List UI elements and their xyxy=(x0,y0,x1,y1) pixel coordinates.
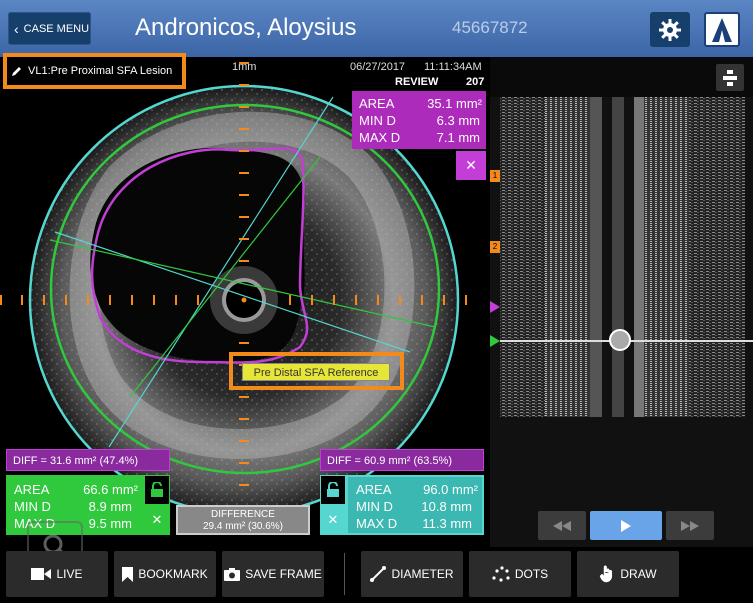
patient-name: Andronicos, Aloysius xyxy=(135,14,357,41)
marker-1[interactable]: 1 xyxy=(490,170,500,182)
frame-number: 207 xyxy=(466,76,485,88)
settings-button[interactable] xyxy=(650,12,690,47)
difference-title: DIFFERENCE xyxy=(211,509,275,520)
toolbar-divider xyxy=(344,553,345,595)
right-area-value: 96.0 mm² xyxy=(423,482,478,497)
case-menu-button[interactable]: ‹ CASE MENU xyxy=(8,12,91,45)
date-label: 06/27/2017 xyxy=(350,61,406,73)
rewind-icon xyxy=(553,520,571,531)
play-icon xyxy=(621,519,631,532)
difference-value: 29.4 mm² (30.6%) xyxy=(202,521,284,532)
right-diff-bar: DIFF = 60.9 mm² (63.5%) xyxy=(320,449,484,471)
close-icon: ✕ xyxy=(465,157,477,173)
fast-forward-icon xyxy=(681,520,699,531)
left-max-d-value: 9.5 mm xyxy=(88,516,132,531)
right-max-d-value: 11.3 mm xyxy=(422,516,472,531)
max-d-value: 7.1 mm xyxy=(436,130,480,145)
close-icon: ✕ xyxy=(151,512,163,527)
max-d-label: MAX D xyxy=(359,130,401,145)
marker-2[interactable]: 2 xyxy=(490,241,500,253)
left-min-d-label: MIN D xyxy=(14,499,51,514)
case-menu-label: CASE MENU xyxy=(23,22,90,35)
left-lock-button[interactable] xyxy=(144,475,170,505)
lesion-label-text: VL1:Pre Proximal SFA Lesion xyxy=(28,65,173,77)
right-min-d-value: 10.8 mm xyxy=(421,499,472,514)
longitudinal-image[interactable] xyxy=(490,97,753,417)
save-frame-button[interactable]: SAVE FRAME xyxy=(222,551,324,597)
hand-draw-icon xyxy=(600,565,613,583)
dots-icon xyxy=(492,566,510,582)
marker-green[interactable] xyxy=(490,335,500,347)
frame-cursor-handle[interactable] xyxy=(609,329,631,351)
live-label: LIVE xyxy=(56,567,83,581)
left-delete-button[interactable]: ✕ xyxy=(144,505,170,535)
gear-icon xyxy=(659,18,681,41)
logo-icon xyxy=(712,17,732,42)
marker-purple[interactable] xyxy=(490,301,500,313)
min-d-label: MIN D xyxy=(359,113,396,128)
min-d-value: 6.3 mm xyxy=(436,113,480,128)
unlock-icon xyxy=(327,482,339,497)
lumen-measurement-panel: AREA 35.1 mm² MIN D 6.3 mm MAX D 7.1 mm xyxy=(352,91,486,149)
layout-icon xyxy=(723,69,737,86)
draw-label: DRAW xyxy=(620,567,657,581)
right-lock-button[interactable] xyxy=(320,475,346,505)
diameter-label: DIAMETER xyxy=(391,567,454,581)
chevron-left-icon: ‹ xyxy=(14,20,19,37)
save-frame-label: SAVE FRAME xyxy=(245,567,322,581)
right-delete-button[interactable]: ✕ xyxy=(320,505,346,535)
area-label: AREA xyxy=(359,96,395,111)
delete-lumen-button[interactable]: ✕ xyxy=(456,151,486,180)
diameter-icon xyxy=(370,566,387,582)
left-area-label: AREA xyxy=(14,482,50,497)
longitudinal-top-strip xyxy=(490,57,753,97)
camera-icon xyxy=(224,567,241,581)
pencil-icon xyxy=(12,66,21,76)
brand-logo[interactable] xyxy=(704,12,740,47)
bookmark-label: BOOKMARK xyxy=(138,567,208,581)
layout-toggle-button[interactable] xyxy=(716,64,744,91)
lesion-label[interactable]: VL1:Pre Proximal SFA Lesion xyxy=(3,53,186,89)
video-camera-icon xyxy=(31,568,52,580)
left-area-value: 66.6 mm² xyxy=(83,482,138,497)
scale-label: 1mm xyxy=(232,61,257,73)
right-area-label: AREA xyxy=(356,482,392,497)
left-diff-bar: DIFF = 31.6 mm² (47.4%) xyxy=(6,449,170,471)
bookmark-icon xyxy=(122,566,134,582)
unlock-icon xyxy=(151,482,163,497)
dots-button[interactable]: DOTS xyxy=(469,551,571,597)
diameter-button[interactable]: DIAMETER xyxy=(361,551,463,597)
reference-label: Pre Distal SFA Reference xyxy=(242,363,390,381)
longitudinal-view-panel: 1 2 xyxy=(490,57,753,547)
app-header: ‹ CASE MENU Andronicos, Aloysius 4566787… xyxy=(0,0,753,57)
time-label: 11:11:34AM xyxy=(424,61,482,73)
play-button[interactable] xyxy=(590,511,662,540)
patient-id: 45667872 xyxy=(452,18,528,37)
draw-button[interactable]: DRAW xyxy=(577,551,679,597)
reference-highlight[interactable]: Pre Distal SFA Reference xyxy=(229,352,404,390)
fast-forward-button[interactable] xyxy=(666,511,714,540)
mode-label: REVIEW xyxy=(395,76,439,88)
live-button[interactable]: LIVE xyxy=(6,551,108,597)
area-value: 35.1 mm² xyxy=(427,96,482,111)
close-icon: ✕ xyxy=(327,512,339,527)
right-min-d-label: MIN D xyxy=(356,499,393,514)
difference-panel: DIFFERENCE 29.4 mm² (30.6%) xyxy=(176,505,310,535)
dots-label: DOTS xyxy=(514,567,549,581)
right-max-d-label: MAX D xyxy=(356,516,398,531)
right-measurement-panel: AREA 96.0 mm² MIN D 10.8 mm MAX D 11.3 m… xyxy=(346,475,484,535)
rewind-button[interactable] xyxy=(538,511,586,540)
bookmark-button[interactable]: BOOKMARK xyxy=(114,551,216,597)
left-min-d-value: 8.9 mm xyxy=(88,499,132,514)
